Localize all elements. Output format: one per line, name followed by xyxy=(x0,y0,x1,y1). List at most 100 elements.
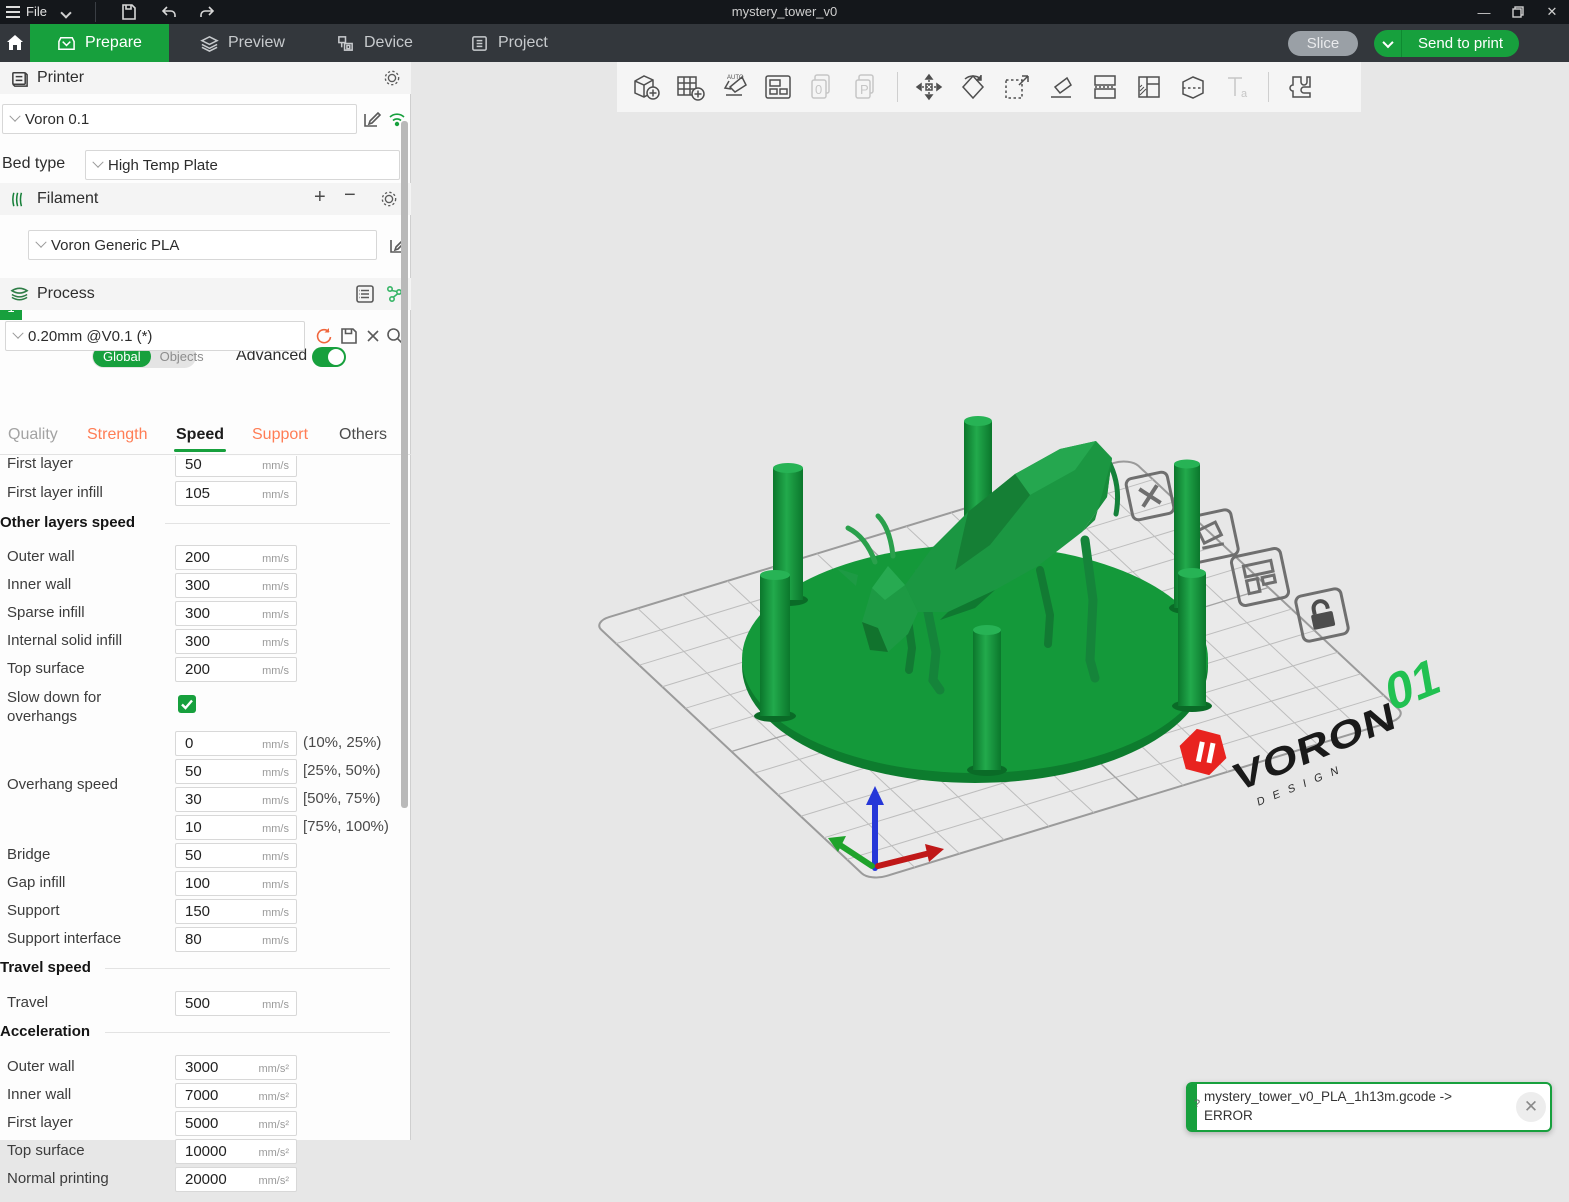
setting-row: First layer 50mm/s xyxy=(0,456,400,479)
value-input[interactable]: 105mm/s xyxy=(175,481,297,506)
filament-settings-gear-icon[interactable] xyxy=(380,190,398,208)
process-tabs: Quality Strength Speed Support Others xyxy=(0,418,411,455)
tab-prepare[interactable]: Prepare xyxy=(30,24,169,62)
value-input[interactable]: 200mm/s xyxy=(175,657,297,682)
tab-project[interactable]: Project xyxy=(452,24,566,62)
chevron-down-icon xyxy=(35,237,46,248)
slow-down-overhangs-checkbox[interactable] xyxy=(178,695,196,713)
value-input[interactable]: 300mm/s xyxy=(175,573,297,598)
value-input[interactable]: 5000mm/s² xyxy=(175,1111,297,1136)
undo-icon[interactable] xyxy=(160,3,178,21)
value-input[interactable]: 500mm/s xyxy=(175,991,297,1016)
copy-icon[interactable]: 0 xyxy=(803,68,841,106)
tab-quality[interactable]: Quality xyxy=(8,426,58,444)
delete-preset-icon[interactable] xyxy=(363,326,383,346)
value-input[interactable]: 300mm/s xyxy=(175,629,297,654)
send-to-print-button[interactable]: Send to print xyxy=(1402,30,1519,57)
add-object-icon[interactable] xyxy=(627,68,665,106)
send-to-print-group: Send to print xyxy=(1374,30,1519,57)
window-title: mystery_tower_v0 xyxy=(732,4,837,19)
viewport-toolbar: AUTO 0 P a xyxy=(617,62,1361,112)
filament-preset-select[interactable]: Voron Generic PLA xyxy=(28,230,377,260)
value-input[interactable]: 0mm/s xyxy=(175,731,297,756)
settings-scrollbar[interactable] xyxy=(401,121,408,808)
cut-icon[interactable] xyxy=(1174,68,1212,106)
hamburger-menu-icon[interactable] xyxy=(6,6,20,18)
viewport-3d[interactable]: VORON DESIGN 01 AUTO 0 P a xyxy=(412,62,1569,1140)
assembly-view-icon[interactable] xyxy=(1281,68,1319,106)
slice-button[interactable]: Slice xyxy=(1288,31,1358,56)
chevron-down-icon xyxy=(9,111,20,122)
file-menu[interactable]: File xyxy=(26,4,47,19)
split-to-parts-icon[interactable] xyxy=(1130,68,1168,106)
value-input[interactable]: 50mm/s xyxy=(175,759,297,784)
tab-preview[interactable]: Preview xyxy=(182,24,303,62)
add-plate-icon[interactable] xyxy=(671,68,709,106)
send-options-chevron[interactable] xyxy=(1374,30,1402,57)
process-preset-select[interactable]: 0.20mm @V0.1 (*) xyxy=(5,321,305,351)
toolbar-divider xyxy=(897,72,898,102)
value-input[interactable]: 7000mm/s² xyxy=(175,1083,297,1108)
titlebar-divider xyxy=(95,2,96,22)
move-icon[interactable] xyxy=(910,68,948,106)
setting-row: First layer infill 105mm/s xyxy=(0,480,400,508)
tab-support[interactable]: Support xyxy=(252,426,308,444)
value-input[interactable]: 150mm/s xyxy=(175,899,297,924)
tab-speed[interactable]: Speed xyxy=(176,426,224,444)
bed-type-select[interactable]: High Temp Plate xyxy=(85,150,400,180)
filament-section-title: Filament xyxy=(37,190,98,208)
rotate-icon[interactable] xyxy=(954,68,992,106)
scale-icon[interactable] xyxy=(998,68,1036,106)
scope-objects-button[interactable]: Objects xyxy=(152,349,212,364)
help-icon[interactable]: ? xyxy=(1194,1098,1200,1110)
process-section-header: Process xyxy=(0,278,411,310)
remove-filament-icon[interactable]: − xyxy=(344,184,356,207)
split-to-objects-icon[interactable] xyxy=(1086,68,1124,106)
value-input[interactable]: 300mm/s xyxy=(175,601,297,626)
redo-icon[interactable] xyxy=(198,3,216,21)
value-input[interactable]: 80mm/s xyxy=(175,927,297,952)
setting-row: Internal solid infill 300mm/s xyxy=(0,628,400,656)
printer-settings-gear-icon[interactable] xyxy=(383,69,401,87)
value-input[interactable]: 3000mm/s² xyxy=(175,1055,297,1080)
lay-on-face-icon[interactable] xyxy=(1042,68,1080,106)
value-input[interactable]: 200mm/s xyxy=(175,545,297,570)
setting-row: Top surface 10000mm/s² xyxy=(0,1138,400,1166)
reset-preset-icon[interactable] xyxy=(314,326,334,346)
filament-preset-value: Voron Generic PLA xyxy=(51,237,179,254)
text-tool-icon[interactable]: a xyxy=(1218,68,1256,106)
value-input[interactable]: 100mm/s xyxy=(175,871,297,896)
lock-plate-icon[interactable] xyxy=(1295,588,1350,643)
file-menu-chevron-icon[interactable] xyxy=(60,7,71,18)
value-input[interactable]: 50mm/s xyxy=(175,456,297,477)
home-button[interactable] xyxy=(0,24,30,62)
save-icon[interactable] xyxy=(120,3,138,21)
value-input[interactable]: 30mm/s xyxy=(175,787,297,812)
add-filament-icon[interactable]: + xyxy=(314,186,326,209)
bed-type-value: High Temp Plate xyxy=(108,157,218,174)
tab-device[interactable]: Device xyxy=(318,24,431,62)
close-button[interactable]: ✕ xyxy=(1535,0,1569,24)
notification-close-icon[interactable]: ✕ xyxy=(1516,1092,1546,1122)
maximize-button[interactable] xyxy=(1501,0,1535,24)
printer-preset-select[interactable]: Voron 0.1 xyxy=(2,104,357,134)
minimize-button[interactable]: — xyxy=(1467,0,1501,24)
process-icon xyxy=(10,285,29,304)
toolbar-divider xyxy=(1268,72,1269,102)
paste-icon[interactable]: P xyxy=(847,68,885,106)
sidebar-panel: Printer Voron 0.1 Bed type High Temp Pla… xyxy=(0,62,411,1140)
settings-list-icon[interactable] xyxy=(355,284,375,304)
edit-printer-icon[interactable] xyxy=(362,109,382,129)
setting-row: Outer wall 3000mm/s² xyxy=(0,1054,400,1082)
value-input[interactable]: 50mm/s xyxy=(175,843,297,868)
value-input[interactable]: 10mm/s xyxy=(175,815,297,840)
advanced-toggle[interactable] xyxy=(312,347,346,367)
auto-orient-icon[interactable]: AUTO xyxy=(715,68,753,106)
save-preset-icon[interactable] xyxy=(339,326,359,346)
value-input[interactable]: 20000mm/s² xyxy=(175,1167,297,1192)
tab-others[interactable]: Others xyxy=(339,426,387,444)
value-input[interactable]: 10000mm/s² xyxy=(175,1139,297,1164)
setting-row: First layer 5000mm/s² xyxy=(0,1110,400,1138)
tab-strength[interactable]: Strength xyxy=(87,426,147,444)
arrange-icon[interactable] xyxy=(759,68,797,106)
